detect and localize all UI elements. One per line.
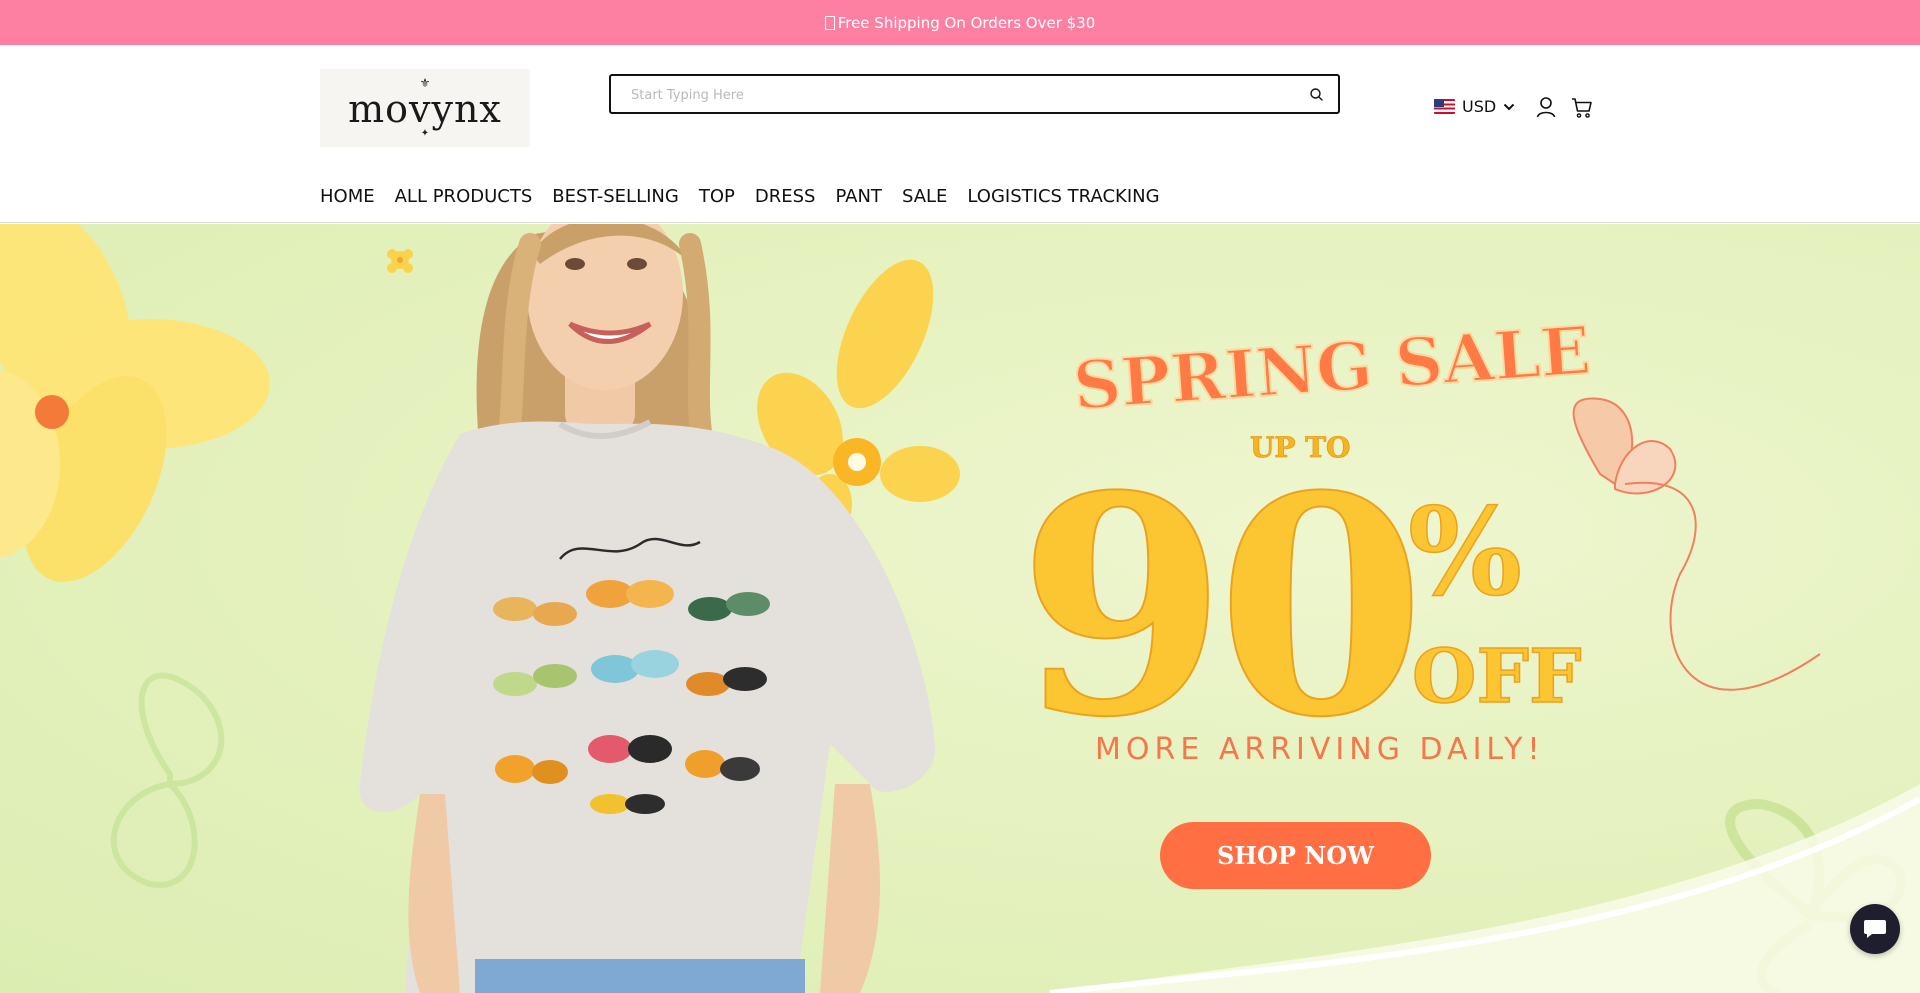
chevron-down-icon xyxy=(1503,97,1515,116)
nav-all-products[interactable]: ALL PRODUCTS xyxy=(395,186,533,207)
announcement-text: Free Shipping On Orders Over $30 xyxy=(837,13,1096,32)
account-icon[interactable] xyxy=(1535,96,1557,118)
hero-artwork xyxy=(0,224,1920,993)
nav-top[interactable]: TOP xyxy=(699,186,735,207)
logo-wordmark: movynx xyxy=(348,87,502,131)
nav-pant[interactable]: PANT xyxy=(835,186,881,207)
logo-spark-icon: ✦ xyxy=(420,128,430,139)
nav-sale[interactable]: SALE xyxy=(902,186,947,207)
currency-selector[interactable]: USD xyxy=(1434,97,1515,116)
gift-icon xyxy=(824,15,835,30)
announcement-bar: Free Shipping On Orders Over $30 xyxy=(0,0,1920,45)
tagline-text: MORE ARRIVING DAILY! xyxy=(1095,732,1545,767)
hero-banner: SPRING SALE UP TO 90 % OFF MORE ARRIVING… xyxy=(0,224,1920,993)
us-flag-icon xyxy=(1434,99,1455,114)
chat-bubble-icon xyxy=(1864,920,1886,938)
chat-launcher[interactable] xyxy=(1850,904,1900,954)
search-input[interactable] xyxy=(631,85,1271,105)
cart-icon[interactable] xyxy=(1571,97,1593,119)
shop-now-button[interactable]: SHOP NOW xyxy=(1160,822,1431,889)
small-flower-decoration xyxy=(387,249,413,273)
off-text: OFF xyxy=(1412,634,1582,720)
site-header: ⚜ movynx ✦ USD HOME ALL PRODUCTS BEST-SE… xyxy=(0,45,1920,223)
headline-spring-sale: SPRING SALE xyxy=(1071,314,1590,425)
currency-label: USD xyxy=(1462,97,1497,116)
nav-logistics-tracking[interactable]: LOGISTICS TRACKING xyxy=(967,186,1159,207)
outline-butterfly-left xyxy=(110,672,225,888)
percent-sign: % xyxy=(1408,482,1522,623)
discount-number: 90 xyxy=(1030,430,1415,783)
search-icon[interactable] xyxy=(1308,86,1326,104)
flower-left-decoration xyxy=(0,224,270,582)
promo-graphic: SPRING SALE UP TO 90 % OFF MORE ARRIVING… xyxy=(1030,314,1590,784)
main-nav: HOME ALL PRODUCTS BEST-SELLING TOP DRESS… xyxy=(320,186,1180,207)
nav-dress[interactable]: DRESS xyxy=(755,186,816,207)
nav-best-selling[interactable]: BEST-SELLING xyxy=(552,186,679,207)
store-logo[interactable]: ⚜ movynx ✦ xyxy=(320,69,530,147)
nav-home[interactable]: HOME xyxy=(320,186,375,207)
search-bar xyxy=(609,74,1340,114)
orange-butterfly-decoration xyxy=(1572,397,1821,691)
